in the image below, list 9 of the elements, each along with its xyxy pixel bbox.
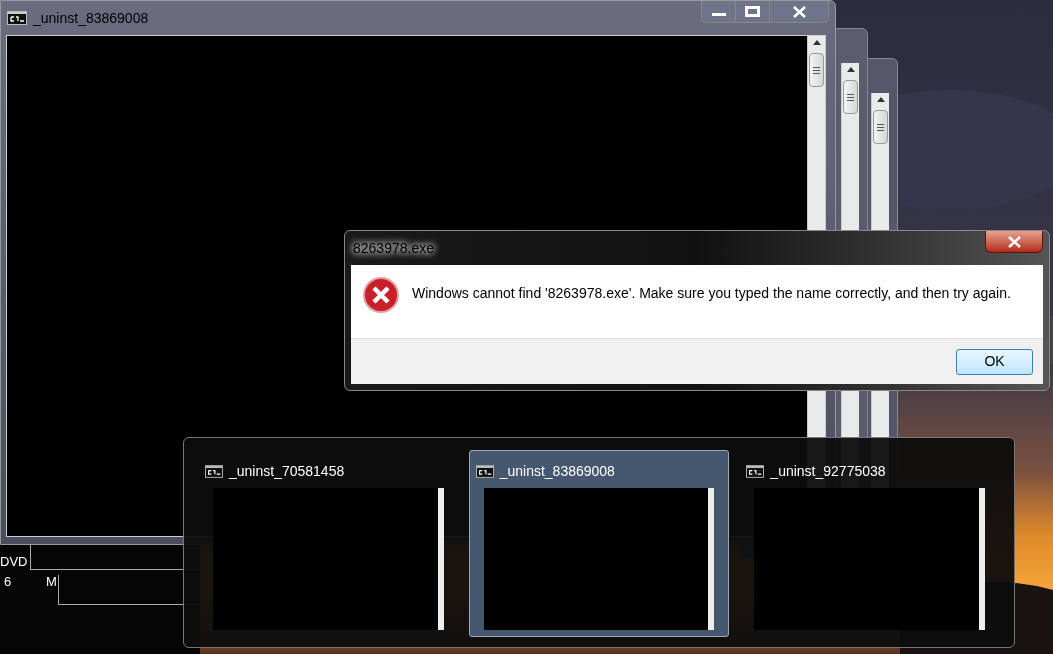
desktop-label: DVD	[0, 553, 28, 571]
desktop-label: 6	[4, 573, 12, 591]
desktop-label: M	[46, 573, 57, 591]
window-title: _uninst_83869008	[33, 8, 149, 28]
thumbnail-title: _uninst_92775038	[770, 462, 886, 481]
dialog-title: 8263978.exe	[351, 238, 434, 258]
error-message: Windows cannot find '8263978.exe'. Make sure you typed the name correctly, and then try again.	[412, 284, 1012, 303]
thumbnail-title: _uninst_70581458	[229, 462, 345, 481]
thumbnail-title: _uninst_83869008	[499, 462, 615, 481]
